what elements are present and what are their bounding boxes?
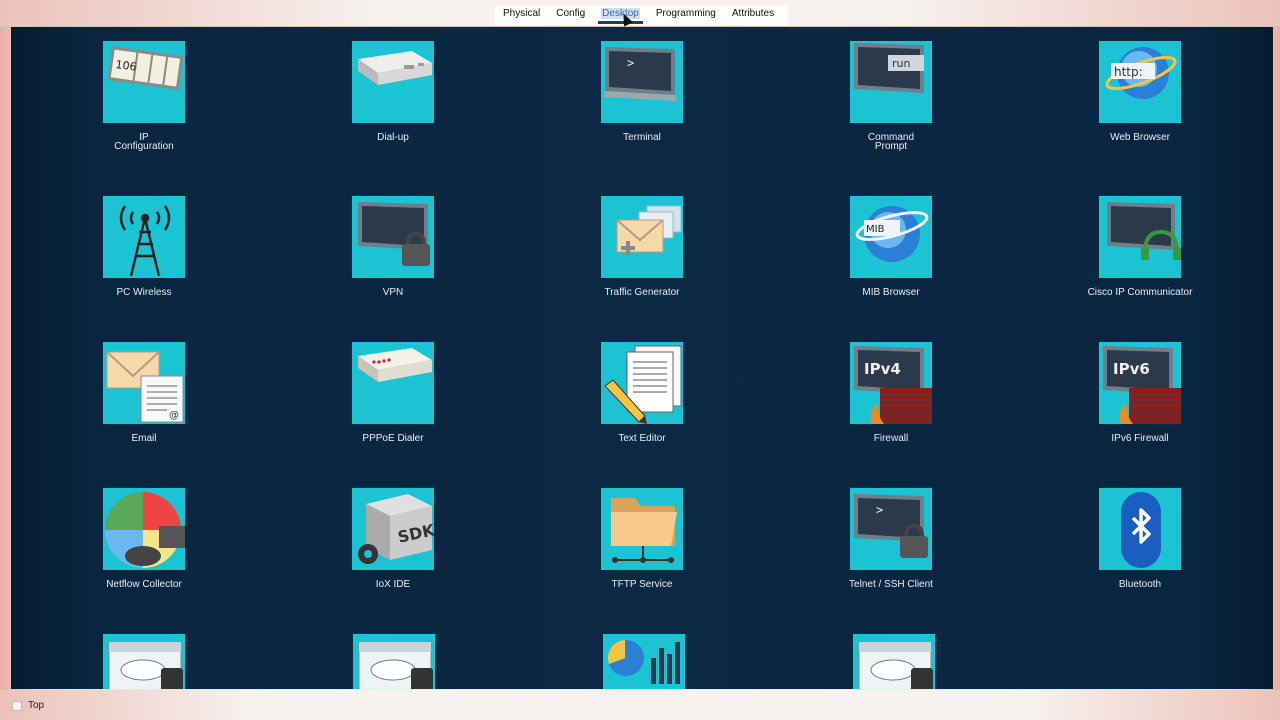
- app-web-browser[interactable]: http: Web Browser: [1075, 40, 1205, 143]
- ipv4-firewall-icon: IPv4: [849, 341, 933, 425]
- app-label: TFTP Service: [611, 579, 673, 590]
- prompt-glyph: >: [876, 503, 883, 517]
- app-label: IPv6 Firewall: [1111, 433, 1169, 444]
- app-cisco-ip-communicator[interactable]: Cisco IP Communicator: [1075, 195, 1205, 298]
- app-mib-browser[interactable]: MIB MIB Browser: [826, 195, 956, 298]
- app-label: IoX IDE: [375, 579, 411, 590]
- modem-icon: [351, 40, 435, 124]
- app-label: Firewall: [873, 433, 909, 444]
- app-label: PPPoE Dialer: [362, 433, 424, 444]
- app-netflow-collector[interactable]: Netflow Collector: [79, 487, 209, 590]
- ip-communicator-headset-icon: [1098, 195, 1182, 279]
- app-dial-up[interactable]: Dial-up: [328, 40, 458, 143]
- app-label: MIB Browser: [862, 287, 920, 298]
- app-label: Traffic Generator: [604, 287, 680, 298]
- cloud-app-icon: [352, 633, 436, 689]
- ipv6-firewall-icon: IPv6: [1098, 341, 1182, 425]
- app-cloud-1[interactable]: [79, 633, 209, 689]
- bluetooth-icon: [1098, 487, 1182, 571]
- app-traffic-generator[interactable]: Traffic Generator: [577, 195, 707, 298]
- app-iox-ide[interactable]: SDK IoX IDE: [328, 487, 458, 590]
- app-cloud-2[interactable]: [329, 633, 459, 689]
- dashboard-chart-icon: [602, 633, 686, 689]
- text-editor-icon: [600, 341, 684, 425]
- tab-attributes[interactable]: Attributes: [724, 5, 782, 22]
- cloud-app-icon: [102, 633, 186, 689]
- app-label: Web Browser: [1110, 132, 1170, 143]
- svg-text:@: @: [169, 410, 179, 421]
- email-icon: @: [102, 341, 186, 425]
- app-label: VPN: [382, 287, 404, 298]
- netflow-collector-icon: [102, 487, 186, 571]
- http-text: http:: [1114, 65, 1143, 79]
- app-tftp-service[interactable]: TFTP Service: [577, 487, 707, 590]
- mib-globe-icon: MIB: [849, 195, 933, 279]
- desktop-panel: 106 IP Configuration Dial-up > Terminal …: [11, 27, 1273, 689]
- app-label: Bluetooth: [1118, 579, 1162, 590]
- app-label: Telnet / SSH Client: [849, 579, 933, 590]
- ip-configuration-icon: 106: [102, 40, 186, 124]
- app-label: Netflow Collector: [106, 579, 182, 590]
- prompt-glyph: >: [627, 56, 634, 70]
- app-telnet-ssh-client[interactable]: > Telnet / SSH Client: [826, 487, 956, 590]
- app-dashboard[interactable]: [579, 633, 709, 689]
- app-label: Email: [131, 433, 157, 444]
- app-label: Text Editor: [618, 433, 666, 444]
- terminal-icon: >: [600, 40, 684, 124]
- telnet-ssh-icon: >: [849, 487, 933, 571]
- tab-programming[interactable]: Programming: [648, 5, 724, 22]
- ipv4-text: IPv4: [864, 360, 901, 378]
- tab-config[interactable]: Config: [548, 5, 593, 22]
- pppoe-modem-icon: [351, 341, 435, 425]
- app-vpn[interactable]: VPN: [328, 195, 458, 298]
- run-text: run: [892, 57, 910, 70]
- app-pppoe-dialer[interactable]: PPPoE Dialer: [328, 341, 458, 444]
- top-label: Top: [28, 700, 45, 711]
- app-ip-configuration[interactable]: 106 IP Configuration: [79, 40, 209, 152]
- ipv6-text: IPv6: [1113, 360, 1150, 378]
- command-prompt-icon: run: [849, 40, 933, 124]
- app-terminal[interactable]: > Terminal: [577, 40, 707, 143]
- app-label: Command Prompt: [867, 132, 915, 152]
- app-command-prompt[interactable]: run Command Prompt: [826, 40, 956, 152]
- tab-strip: Physical Config Desktop Programming Attr…: [495, 5, 788, 25]
- app-label: IP Configuration: [114, 132, 174, 152]
- app-pc-wireless[interactable]: PC Wireless: [79, 195, 209, 298]
- traffic-generator-icon: [600, 195, 684, 279]
- app-label: Terminal: [623, 132, 661, 143]
- vpn-lock-icon: [351, 195, 435, 279]
- app-label: PC Wireless: [116, 287, 172, 298]
- app-bluetooth[interactable]: Bluetooth: [1075, 487, 1205, 590]
- top-checkbox[interactable]: [12, 701, 22, 711]
- app-label: Cisco IP Communicator: [1087, 287, 1193, 298]
- app-firewall[interactable]: IPv4 Firewall: [826, 341, 956, 444]
- app-email[interactable]: @ Email: [79, 341, 209, 444]
- app-ipv6-firewall[interactable]: IPv6 IPv6 Firewall: [1075, 341, 1205, 444]
- tftp-folder-icon: [600, 487, 684, 571]
- status-bar: [0, 690, 1280, 720]
- wireless-tower-icon: [102, 195, 186, 279]
- iox-sdk-icon: SDK: [351, 487, 435, 571]
- tab-physical[interactable]: Physical: [495, 5, 548, 22]
- web-browser-icon: http:: [1098, 40, 1182, 124]
- mib-text: MIB: [866, 224, 885, 235]
- app-cloud-3[interactable]: [829, 633, 959, 689]
- app-label: Dial-up: [377, 132, 409, 143]
- cloud-app-icon: [852, 633, 936, 689]
- app-text-editor[interactable]: Text Editor: [577, 341, 707, 444]
